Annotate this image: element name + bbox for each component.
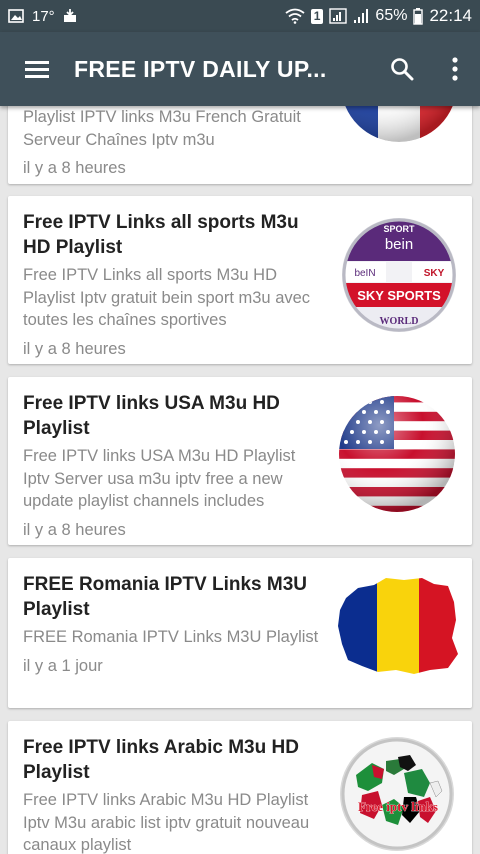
menu-icon xyxy=(25,61,49,78)
more-options-button[interactable] xyxy=(430,32,480,106)
article-card[interactable]: FREE Romania IPTV Links M3U Playlist FRE… xyxy=(8,558,472,708)
svg-text:beIN: beIN xyxy=(354,268,375,279)
article-title: Free IPTV links Arabic M3u HD Playlist xyxy=(23,737,299,783)
battery-icon xyxy=(413,7,424,25)
article-feed[interactable]: Playlist IPTV links M3u French Gratuit S… xyxy=(0,106,480,854)
article-card[interactable]: Free IPTV Links all sports M3u HD Playli… xyxy=(8,196,472,364)
app-bar: FREE IPTV DAILY UP... xyxy=(0,32,480,106)
article-time: il y a 8 heures xyxy=(23,159,126,177)
status-bar: 17° 1 65% 22:14 xyxy=(0,0,480,32)
sim-badge: 1 xyxy=(310,8,324,24)
search-button[interactable] xyxy=(374,32,430,106)
wifi-icon xyxy=(285,8,305,24)
search-icon xyxy=(391,58,414,81)
download-icon xyxy=(63,8,77,24)
article-time: il y a 8 heures xyxy=(23,339,126,358)
app-title: FREE IPTV DAILY UP... xyxy=(74,55,327,82)
svg-text:SKY: SKY xyxy=(424,268,445,279)
temperature-text: 17° xyxy=(32,7,55,25)
clock-text: 22:14 xyxy=(429,6,472,25)
usa-flag-thumbnail xyxy=(339,396,455,512)
article-time: il y a 1 jour xyxy=(23,656,103,675)
svg-text:SKY SPORTS: SKY SPORTS xyxy=(357,288,441,303)
arabic-flags-thumbnail: Free iptv links xyxy=(340,737,454,851)
signal-icon xyxy=(353,8,369,24)
svg-text:SPORT: SPORT xyxy=(383,224,415,234)
gallery-icon xyxy=(8,9,24,23)
article-card[interactable]: Free IPTV links USA M3u HD Playlist Free… xyxy=(8,377,472,545)
romania-flag-thumbnail xyxy=(338,578,458,674)
article-card[interactable]: Playlist IPTV links M3u French Gratuit S… xyxy=(8,106,472,184)
article-title: Free IPTV Links all sports M3u HD Playli… xyxy=(23,212,299,258)
article-description: Free IPTV links Arabic M3u HD Playlist I… xyxy=(23,791,310,854)
lte-signal-icon xyxy=(329,8,348,24)
article-description: FREE Romania IPTV Links M3U Playlist xyxy=(23,628,319,646)
battery-percent: 65% xyxy=(375,7,408,24)
article-description: Playlist IPTV links M3u French Gratuit S… xyxy=(23,108,301,149)
sports-channels-thumbnail: SPORT bein beIN SKY SKY SPORTS WORLD xyxy=(342,218,456,332)
article-title: Free IPTV links USA M3u HD Playlist xyxy=(23,393,280,439)
article-title: FREE Romania IPTV Links M3U Playlist xyxy=(23,574,307,620)
article-card[interactable]: Free IPTV links Arabic M3u HD Playlist F… xyxy=(8,721,472,854)
svg-text:bein: bein xyxy=(385,236,413,253)
more-vert-icon xyxy=(452,57,458,81)
france-flag-thumbnail xyxy=(341,106,457,142)
svg-text:WORLD: WORLD xyxy=(380,316,419,327)
svg-text:Free iptv links: Free iptv links xyxy=(358,799,438,814)
menu-button[interactable] xyxy=(0,32,74,106)
article-time: il y a 8 heures xyxy=(23,520,126,539)
article-description: Free IPTV links USA M3u HD Playlist Iptv… xyxy=(23,447,296,510)
article-description: Free IPTV Links all sports M3u HD Playli… xyxy=(23,266,311,329)
